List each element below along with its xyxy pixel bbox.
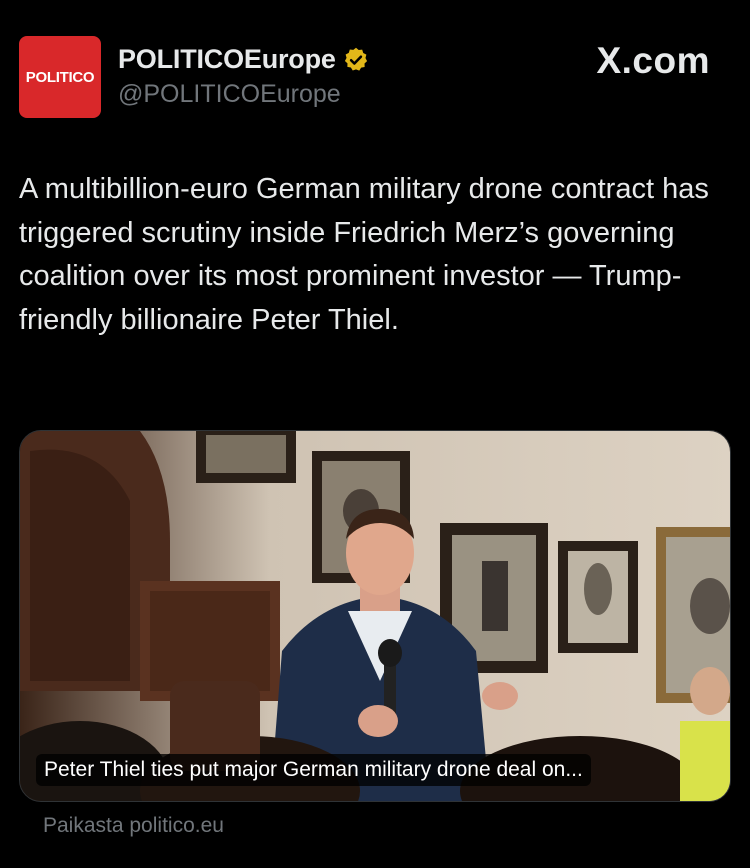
x-com-logo: X.com xyxy=(596,40,710,81)
avatar-logo-text: POLITICO xyxy=(25,68,95,86)
author-avatar[interactable]: POLITICO xyxy=(19,36,101,118)
verified-badge-icon xyxy=(344,47,367,71)
photo-of-speaker-with-microphone xyxy=(20,431,730,801)
author-handle[interactable]: @POLITICOEurope xyxy=(118,80,341,109)
link-card-caption[interactable]: Peter Thiel ties put major German milita… xyxy=(36,754,591,786)
tweet-text: A multibillion-euro German military dron… xyxy=(19,173,709,336)
author-name-row[interactable]: POLITICOEurope xyxy=(118,44,370,75)
link-preview-card[interactable]: Peter Thiel ties put major German milita… xyxy=(19,430,731,802)
link-source[interactable]: Paikasta politico.eu xyxy=(43,814,224,838)
author-display-name[interactable]: POLITICOEurope xyxy=(118,44,336,75)
